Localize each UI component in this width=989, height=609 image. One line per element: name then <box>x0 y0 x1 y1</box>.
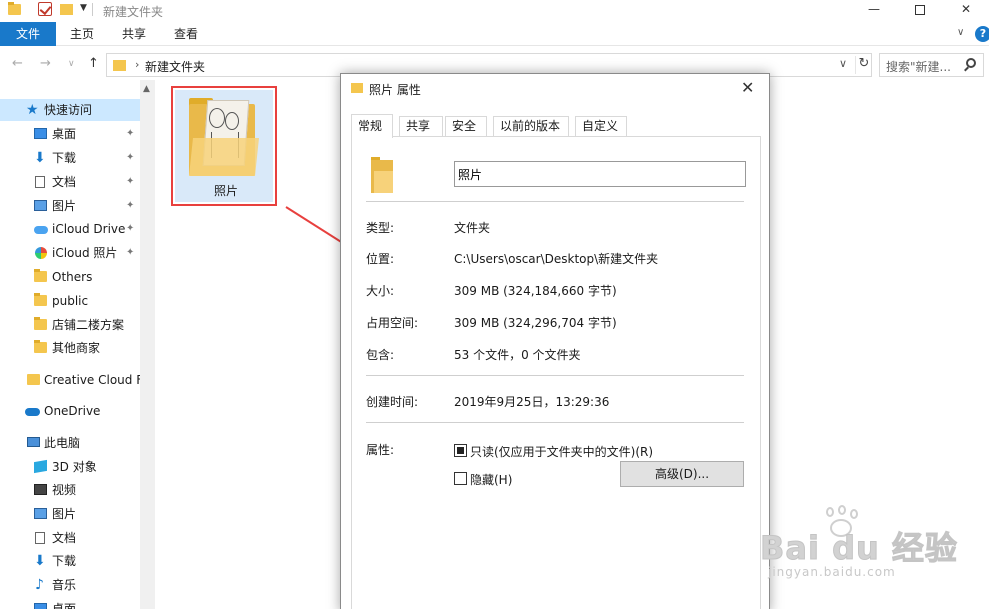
file-explorer-window: ▼ 新建文件夹 — ✕ 文件 主页 共享 查看 ∨ ? ← → ∨ ↑ › 新建… <box>0 0 989 609</box>
created-value: 2019年9月25日，13:29:36 <box>454 395 610 409</box>
tab-general[interactable]: 常规 <box>351 114 393 138</box>
divider <box>366 201 744 202</box>
dialog-title: 照片 属性 <box>369 83 421 97</box>
type-label: 类型: <box>366 221 395 235</box>
advanced-button[interactable]: 高级(D)... <box>620 461 744 487</box>
attributes-label: 属性: <box>366 443 395 457</box>
dialog-tabs: 常规 共享 安全 以前的版本 自定义 <box>351 114 761 138</box>
general-tab-panel: 类型: 文件夹 位置: C:\Users\oscar\Desktop\新建文件夹… <box>351 136 761 609</box>
hidden-label[interactable]: 隐藏(H) <box>470 471 512 488</box>
tab-sharing[interactable]: 共享 <box>399 116 443 137</box>
size-label: 大小: <box>366 284 395 298</box>
type-value: 文件夹 <box>454 221 491 235</box>
location-label: 位置: <box>366 252 395 266</box>
size-on-disk-value: 309 MB (324,296,704 字节) <box>454 316 617 330</box>
baidu-jingyan-watermark: Bai du 经验 jingyan.baidu.com <box>760 505 980 605</box>
readonly-label[interactable]: 只读(仅应用于文件夹中的文件)(R) <box>470 443 653 460</box>
hidden-checkbox[interactable] <box>454 472 467 485</box>
tab-previous-versions[interactable]: 以前的版本 <box>493 116 569 137</box>
divider <box>366 422 744 423</box>
contains-value: 53 个文件，0 个文件夹 <box>454 348 581 362</box>
readonly-checkbox[interactable] <box>454 444 467 457</box>
properties-dialog: 照片 属性 ✕ 常规 共享 安全 以前的版本 自定义 类型: 文件夹 位置: C… <box>340 73 770 609</box>
folder-icon <box>371 157 393 193</box>
created-label: 创建时间: <box>366 395 419 409</box>
contains-label: 包含: <box>366 348 395 362</box>
dialog-title-bar[interactable]: 照片 属性 ✕ <box>341 74 769 104</box>
tab-security[interactable]: 安全 <box>445 116 487 137</box>
size-value: 309 MB (324,184,660 字节) <box>454 284 617 298</box>
folder-name-field[interactable] <box>454 161 746 187</box>
size-on-disk-label: 占用空间: <box>366 316 419 330</box>
watermark-url: jingyan.baidu.com <box>768 565 896 579</box>
folder-icon <box>351 83 363 93</box>
divider <box>366 375 744 376</box>
location-value: C:\Users\oscar\Desktop\新建文件夹 <box>454 252 659 266</box>
dialog-close-button[interactable]: ✕ <box>741 78 754 97</box>
tab-customize[interactable]: 自定义 <box>575 116 627 137</box>
watermark-brand: Bai du 经验 <box>760 529 958 568</box>
